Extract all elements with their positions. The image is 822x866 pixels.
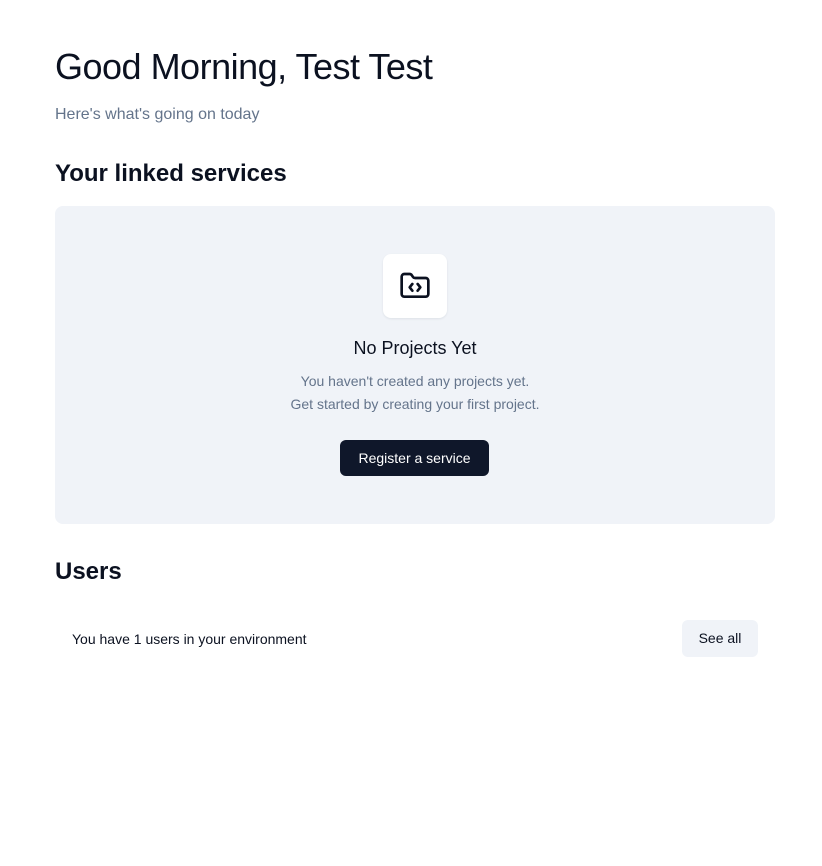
empty-state-title: No Projects Yet (353, 338, 477, 358)
see-all-users-button[interactable]: See all (682, 620, 758, 657)
users-heading: Users (55, 558, 122, 585)
page-subtitle: Here's what's going on today (55, 106, 260, 123)
folder-code-icon-tile (383, 254, 447, 318)
folder-code-icon (400, 272, 430, 298)
users-summary-row: You have 1 users in your environment See… (55, 620, 775, 658)
empty-state-description: You haven't created any projects yet. (300, 373, 530, 389)
projects-empty-state: No Projects Yet You haven't created any … (55, 206, 775, 524)
users-count-text: You have 1 users in your environment (72, 631, 307, 647)
register-service-button[interactable]: Register a service (340, 440, 489, 476)
page-title: Good Morning, Test Test (55, 46, 433, 87)
empty-state-hint: Get started by creating your first proje… (290, 396, 540, 412)
linked-services-heading: Your linked services (55, 160, 287, 187)
